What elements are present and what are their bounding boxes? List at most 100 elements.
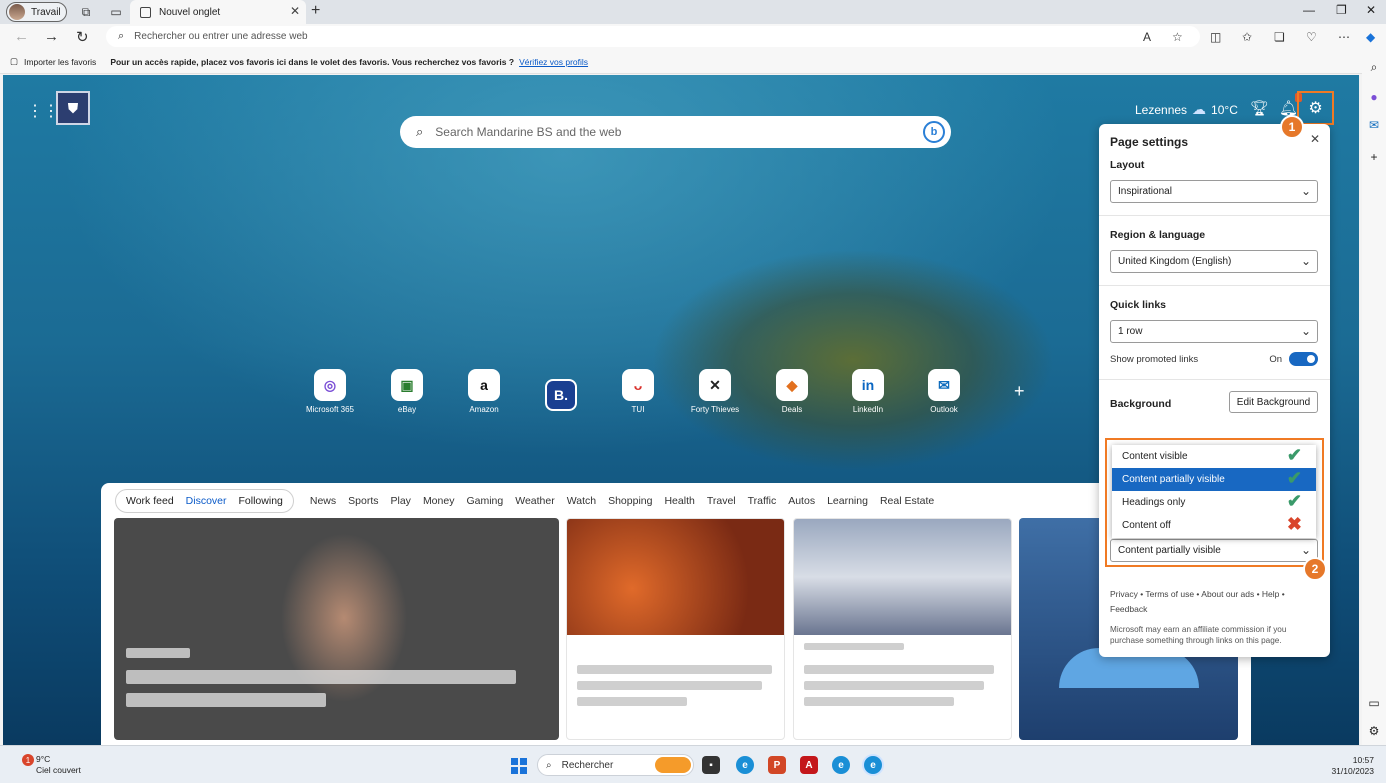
- favorite-star-icon[interactable]: ☆: [1172, 30, 1183, 44]
- tab-play[interactable]: Play: [385, 495, 417, 507]
- quick-links-label: Quick links: [1110, 299, 1167, 311]
- edit-background-button[interactable]: Edit Background: [1229, 391, 1318, 413]
- quick-links-select[interactable]: 1 row ⌄: [1110, 320, 1318, 343]
- quick-link[interactable]: ᴗ TUI: [602, 369, 674, 414]
- tab-gaming[interactable]: Gaming: [460, 495, 509, 507]
- taskbar-weather[interactable]: 1 9°C Ciel couvert: [22, 754, 81, 776]
- tab-new-tab[interactable]: Nouvel onglet ✕: [130, 0, 306, 24]
- annotation-badge-2: 2: [1303, 557, 1327, 581]
- quick-link[interactable]: in LinkedIn: [832, 369, 904, 414]
- edge-icon-active[interactable]: e: [864, 756, 882, 774]
- workspaces-icon[interactable]: ⧉: [78, 4, 94, 20]
- blurred-text: [126, 648, 190, 658]
- taskbar-search-label: Rechercher: [561, 759, 614, 771]
- tab-weather[interactable]: Weather: [509, 495, 561, 507]
- close-window-icon[interactable]: ✕: [1366, 3, 1376, 17]
- back-icon[interactable]: ←: [14, 28, 29, 45]
- more-options-icon[interactable]: ⋯: [1338, 30, 1350, 44]
- web-search-input[interactable]: ⌕ Search Mandarine BS and the web b: [400, 116, 951, 148]
- quick-link[interactable]: B.: [525, 379, 597, 415]
- profile-button[interactable]: Travail: [6, 2, 67, 22]
- acrobat-icon[interactable]: A: [800, 756, 818, 774]
- tab-sports[interactable]: Sports: [342, 495, 384, 507]
- blurred-text: [126, 693, 326, 707]
- bing-chat-icon[interactable]: b: [923, 121, 945, 143]
- promoted-links-label: Show promoted links: [1110, 354, 1199, 365]
- quick-link[interactable]: a Amazon: [448, 369, 520, 414]
- sidebar-search-icon[interactable]: ⌕: [1367, 60, 1381, 74]
- task-view-icon[interactable]: ▪: [702, 756, 720, 774]
- start-button[interactable]: [511, 758, 527, 774]
- favorites-message: Pour un accès rapide, placez vos favoris…: [110, 56, 515, 67]
- divider: [1099, 379, 1330, 380]
- promoted-links-toggle[interactable]: [1289, 352, 1318, 366]
- layout-label: Layout: [1110, 159, 1145, 171]
- minimize-icon[interactable]: —: [1303, 3, 1315, 17]
- search-highlight-icon: [655, 757, 691, 773]
- feed-card-large[interactable]: [114, 518, 559, 740]
- tab-travel[interactable]: Travel: [701, 495, 742, 507]
- tab-money[interactable]: Money: [417, 495, 461, 507]
- organization-logo[interactable]: ⛊: [56, 91, 90, 125]
- ebay-icon: ▣: [391, 369, 423, 401]
- address-input[interactable]: ⌕ Rechercher ou entrer une adresse web: [106, 26, 1200, 47]
- powerpoint-icon[interactable]: P: [768, 756, 786, 774]
- outlook-icon: ✉: [928, 369, 960, 401]
- clock[interactable]: 10:57 31/10/2023: [1322, 755, 1374, 777]
- copilot-icon[interactable]: ◆: [1366, 30, 1375, 44]
- collections-icon[interactable]: ❏: [1274, 30, 1285, 44]
- sidebar-add-icon[interactable]: +: [1367, 150, 1381, 164]
- quick-link[interactable]: ✉ Outlook: [908, 369, 980, 414]
- read-aloud-icon[interactable]: A: [1143, 30, 1151, 44]
- sidebar-settings-icon[interactable]: ⚙: [1367, 724, 1381, 738]
- weather-widget[interactable]: Lezennes ☁ 10°C: [1135, 101, 1238, 118]
- blurred-text: [126, 670, 516, 684]
- browser-essentials-icon[interactable]: ♡: [1306, 30, 1317, 44]
- feed-card[interactable]: [793, 518, 1012, 740]
- tab-following[interactable]: Following: [233, 495, 289, 507]
- tab-news[interactable]: News: [304, 495, 342, 507]
- tab-traffic[interactable]: Traffic: [742, 495, 783, 507]
- maximize-icon[interactable]: ❐: [1336, 3, 1347, 17]
- edge-icon-2[interactable]: e: [832, 756, 850, 774]
- new-tab-button[interactable]: +: [311, 2, 320, 20]
- feed-card[interactable]: [566, 518, 785, 740]
- layout-select[interactable]: Inspirational ⌄: [1110, 180, 1318, 203]
- edge-icon[interactable]: e: [736, 756, 754, 774]
- close-icon[interactable]: ✕: [1310, 132, 1320, 146]
- quick-link[interactable]: ▣ eBay: [371, 369, 443, 414]
- quick-link-label: Amazon: [469, 405, 499, 414]
- rewards-icon[interactable]: 🏆︎: [1250, 99, 1269, 117]
- sidebar-m365-icon[interactable]: ●: [1367, 90, 1381, 104]
- tab-learning[interactable]: Learning: [821, 495, 874, 507]
- refresh-icon[interactable]: ↻: [76, 28, 89, 46]
- quick-link[interactable]: ◆ Deals: [756, 369, 828, 414]
- forward-icon[interactable]: →: [44, 28, 59, 45]
- tab-autos[interactable]: Autos: [782, 495, 821, 507]
- quick-link[interactable]: ◎ Microsoft 365: [294, 369, 366, 414]
- favorites-bar: ▢ Importer les favoris Pour un accès rap…: [0, 50, 1362, 74]
- tab-discover[interactable]: Discover: [180, 495, 233, 507]
- split-screen-icon[interactable]: ◫: [1210, 30, 1221, 44]
- taskbar-search[interactable]: ⌕ Rechercher: [537, 754, 694, 776]
- favorites-icon[interactable]: ✩: [1242, 30, 1252, 44]
- close-tab-icon[interactable]: ✕: [290, 4, 300, 18]
- sidebar-panel-icon[interactable]: ▭: [1367, 696, 1381, 710]
- sidebar-outlook-icon[interactable]: ✉: [1367, 118, 1381, 132]
- tab-health[interactable]: Health: [658, 495, 700, 507]
- tab-shopping[interactable]: Shopping: [602, 495, 658, 507]
- tab-watch[interactable]: Watch: [561, 495, 602, 507]
- region-select[interactable]: United Kingdom (English) ⌄: [1110, 250, 1318, 273]
- tab-real-estate[interactable]: Real Estate: [874, 495, 940, 507]
- import-favorites-link[interactable]: Importer les favoris: [24, 57, 96, 67]
- tab-actions-icon[interactable]: ▭: [108, 4, 124, 20]
- quick-link[interactable]: ✕ Forty Thieves: [679, 369, 751, 414]
- feed-tabs: Work feed Discover Following News Sports…: [115, 489, 940, 513]
- new-tab-icon: [140, 6, 151, 18]
- check-profiles-link[interactable]: Vérifiez vos profils: [519, 57, 588, 67]
- avatar: [9, 4, 25, 20]
- add-quick-link-icon[interactable]: +: [1014, 381, 1025, 402]
- page-settings-button[interactable]: ⚙: [1297, 91, 1334, 125]
- tab-work-feed[interactable]: Work feed: [120, 495, 180, 507]
- footer-links[interactable]: Privacy • Terms of use • About our ads •…: [1110, 587, 1318, 617]
